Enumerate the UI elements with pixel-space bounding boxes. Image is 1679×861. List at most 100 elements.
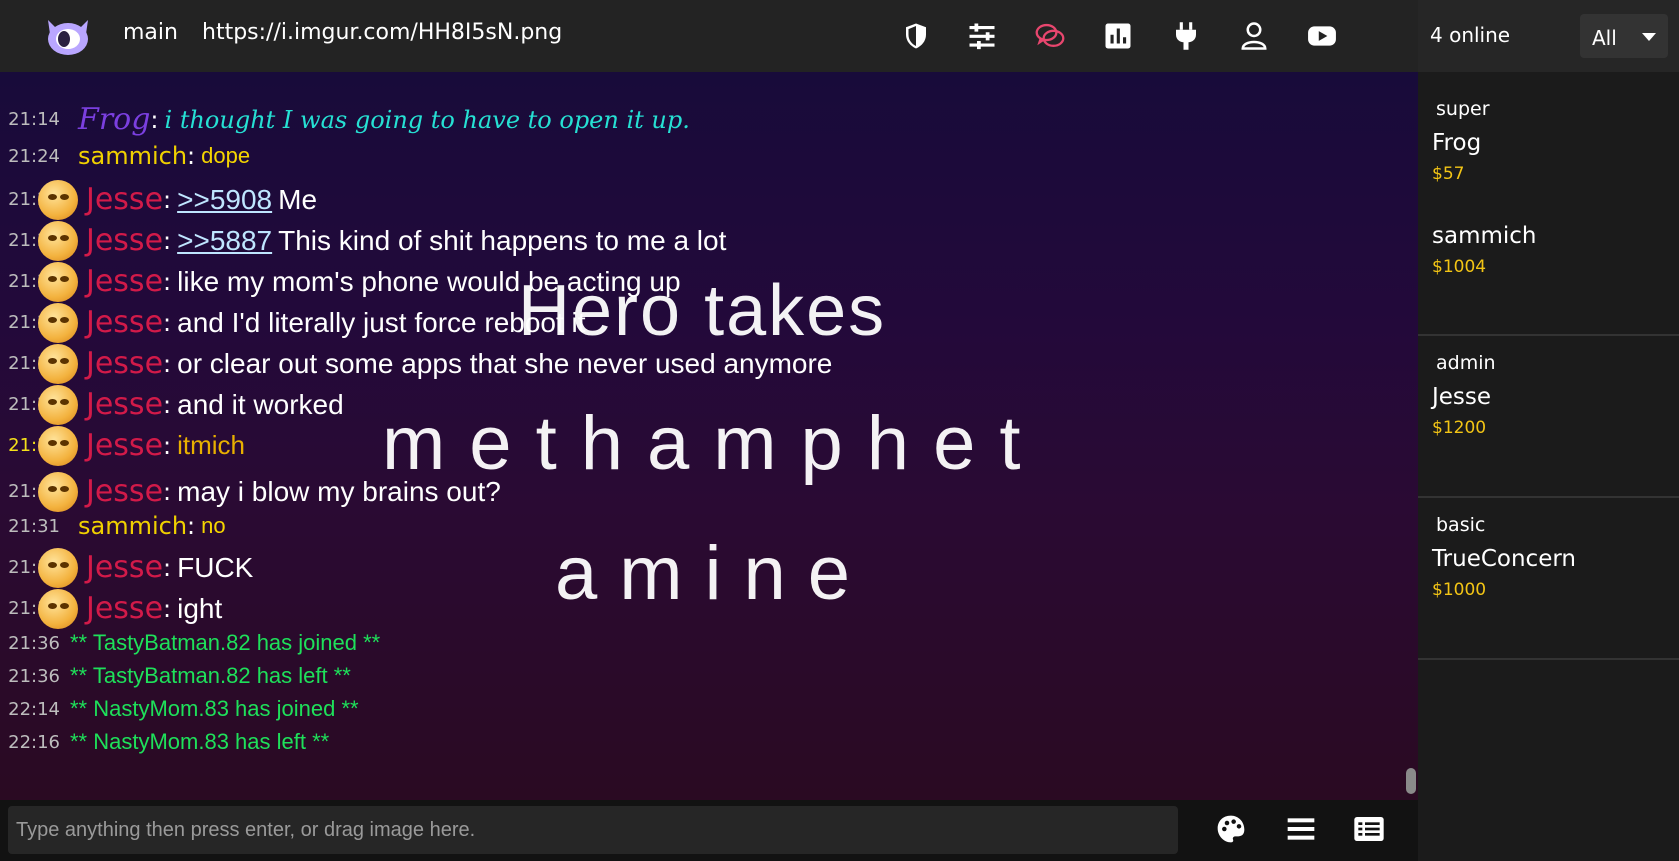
- user-money: $1200: [1432, 418, 1487, 438]
- timestamp: 21:31: [8, 515, 60, 537]
- avatar: [38, 426, 78, 466]
- username[interactable]: Jesse: [86, 346, 163, 381]
- menu-icon[interactable]: [1284, 812, 1318, 846]
- separator: :: [163, 477, 172, 506]
- user-group-basic: basic TrueConcern $1000: [1418, 496, 1679, 660]
- room-url[interactable]: https://i.imgur.com/HH8I5sN.png: [202, 20, 562, 45]
- separator: :: [163, 349, 172, 378]
- chat-line: 21:29 Jesse: and it worked: [0, 385, 344, 425]
- system-text: ** TastyBatman.82 has joined **: [70, 630, 381, 655]
- chat-line: 21:31 sammich: no: [0, 512, 226, 540]
- username[interactable]: Frog: [78, 102, 150, 137]
- avatar: [38, 180, 78, 220]
- youtube-icon[interactable]: [1306, 20, 1338, 52]
- chat-line: 21:28 Jesse: >>5887 This kind of shit hap…: [0, 221, 727, 261]
- chat-line: 21:28 Jesse: >>5908 Me: [0, 180, 318, 220]
- message-text: >>5887 This kind of shit happens to me a …: [177, 224, 727, 256]
- separator: :: [150, 105, 159, 134]
- online-count: 4 online: [1430, 23, 1511, 47]
- separator: :: [187, 142, 196, 170]
- username[interactable]: sammich: [78, 142, 187, 170]
- overlay-text-line-1: Hero takes: [518, 271, 887, 351]
- chat-line: 21:14 Frog: i thought I was going to hav…: [0, 102, 690, 137]
- separator: :: [163, 390, 172, 419]
- username[interactable]: Jesse: [86, 223, 163, 258]
- top-bar: main https://i.imgur.com/HH8I5sN.png: [0, 0, 1418, 72]
- message-text: ight: [177, 592, 223, 624]
- chat-line: 21:24 sammich: dope: [0, 142, 250, 170]
- chat-line: 21:29 Jesse: and I'd literally just forc…: [0, 303, 586, 343]
- username[interactable]: Jesse: [86, 428, 163, 463]
- user-name[interactable]: sammich: [1432, 223, 1537, 249]
- group-label: admin: [1436, 352, 1496, 374]
- palette-icon[interactable]: [1214, 812, 1248, 846]
- poll-icon[interactable]: [1102, 20, 1134, 52]
- sliders-icon[interactable]: [966, 20, 998, 52]
- message-text: no: [201, 513, 226, 538]
- separator: :: [163, 308, 172, 337]
- username[interactable]: Jesse: [86, 550, 163, 585]
- timestamp: 22:16: [8, 731, 60, 753]
- message-text: FUCK: [177, 551, 254, 583]
- overlay-text-line-2: methamphet: [382, 401, 1045, 486]
- separator: :: [163, 185, 172, 214]
- avatar: [38, 344, 78, 384]
- post-reference-link[interactable]: >>5887: [177, 225, 272, 256]
- system-text: ** NastyMom.83 has left **: [70, 729, 330, 754]
- user-name[interactable]: TrueConcern: [1432, 546, 1576, 572]
- system-text: ** NastyMom.83 has joined **: [70, 696, 359, 721]
- avatar: [38, 221, 78, 261]
- system-message: 21:36 ** TastyBatman.82 has left **: [0, 663, 351, 689]
- timestamp: 21:24: [8, 145, 60, 167]
- avatar: [38, 385, 78, 425]
- message-text: and it worked: [177, 388, 344, 420]
- chat-input[interactable]: [8, 806, 1178, 854]
- group-label: basic: [1436, 514, 1486, 536]
- message-text: >>5908 Me: [177, 183, 318, 215]
- user-name[interactable]: Jesse: [1432, 384, 1491, 410]
- username[interactable]: Jesse: [86, 264, 163, 299]
- list-icon[interactable]: [1352, 812, 1386, 846]
- filter-value: All: [1592, 26, 1617, 50]
- avatar: [38, 548, 78, 588]
- user-icon[interactable]: [1238, 20, 1270, 52]
- room-name[interactable]: main: [123, 20, 178, 45]
- username[interactable]: Jesse: [86, 305, 163, 340]
- username[interactable]: Jesse: [86, 474, 163, 509]
- cat-logo-icon[interactable]: [44, 16, 92, 56]
- plug-icon[interactable]: [1170, 20, 1202, 52]
- chat-scrollbar[interactable]: [1406, 768, 1416, 794]
- group-label: super: [1436, 98, 1490, 120]
- separator: :: [163, 431, 172, 460]
- avatar: [38, 303, 78, 343]
- chat-bubbles-icon[interactable]: [1034, 20, 1066, 52]
- chat-line: 21:30 Jesse: itmich: [0, 426, 245, 466]
- user-list-sidebar: super Frog $57 sammich $1004 admin Jesse…: [1418, 72, 1679, 861]
- message-text: i thought I was going to have to open it…: [164, 105, 690, 134]
- avatar: [38, 262, 78, 302]
- chevron-down-icon: [1642, 33, 1656, 41]
- user-group-super: super Frog $57 sammich $1004: [1418, 72, 1679, 336]
- separator: :: [163, 226, 172, 255]
- post-reference-link[interactable]: >>5908: [177, 184, 272, 215]
- username[interactable]: Jesse: [86, 387, 163, 422]
- username[interactable]: sammich: [78, 512, 187, 540]
- username[interactable]: Jesse: [86, 182, 163, 217]
- timestamp: 22:14: [8, 698, 60, 720]
- chat-line: 21:31 Jesse: ight: [0, 589, 223, 629]
- user-group-admin: admin Jesse $1200: [1418, 334, 1679, 498]
- username[interactable]: Jesse: [86, 591, 163, 626]
- system-text: ** TastyBatman.82 has left **: [70, 663, 351, 688]
- separator: :: [163, 594, 172, 623]
- timestamp: 21:36: [8, 665, 60, 687]
- avatar: [38, 589, 78, 629]
- system-message: 21:36 ** TastyBatman.82 has joined **: [0, 630, 380, 656]
- shield-icon[interactable]: [900, 20, 932, 52]
- system-message: 22:14 ** NastyMom.83 has joined **: [0, 696, 359, 722]
- separator: :: [187, 512, 196, 540]
- message-text: dope: [201, 143, 251, 168]
- chat-line: 21:31 Jesse: FUCK: [0, 548, 254, 588]
- user-filter-select[interactable]: All: [1580, 14, 1668, 58]
- user-name[interactable]: Frog: [1432, 130, 1481, 156]
- separator: :: [163, 553, 172, 582]
